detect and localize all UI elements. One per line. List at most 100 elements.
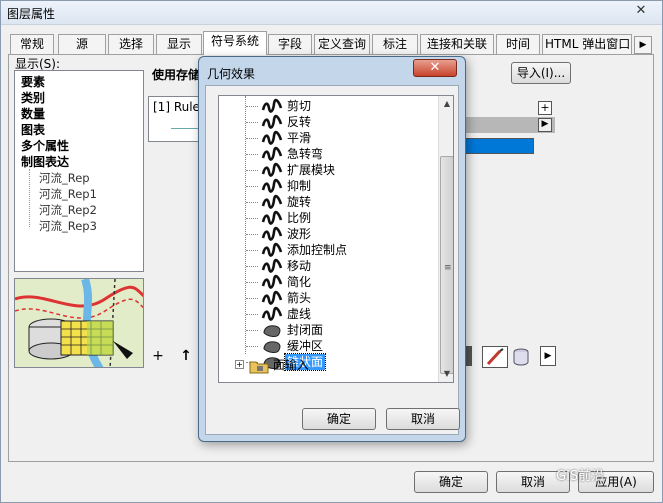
polygon-effect-icon xyxy=(261,338,283,354)
line-effect-icon xyxy=(261,242,283,258)
tree-tick xyxy=(246,186,258,187)
effect-item-label: 虚线 xyxy=(287,307,312,321)
add-rule-button[interactable]: + xyxy=(148,346,168,366)
tab-selection[interactable]: 选择 xyxy=(108,34,154,54)
tree-tick xyxy=(246,250,258,251)
effect-item-label: 缓冲区 xyxy=(287,339,324,353)
line-effect-icon xyxy=(261,162,283,178)
use-stored-label: 使用存储 xyxy=(152,68,201,82)
tree-tick xyxy=(246,138,258,139)
line-effect-icon xyxy=(261,210,283,226)
scroll-down-icon[interactable]: ▼ xyxy=(439,366,453,382)
brush-tool-icon[interactable] xyxy=(482,346,508,368)
tab-joins-relates[interactable]: 连接和关联 xyxy=(420,34,494,54)
tab-general[interactable]: 常规 xyxy=(10,34,54,54)
window-close-button[interactable]: ✕ xyxy=(623,2,659,20)
tree-item-rep3[interactable]: 河流_Rep3 xyxy=(39,218,97,234)
renderer-tree[interactable]: 要素 类别 数量 图表 多个属性 制图表达 河流_Rep 河流_Rep1 河流_… xyxy=(14,70,144,272)
dialog-body: 剪切反转平滑急转弯扩展模块抑制旋转比例波形添加控制点移动简化箭头虚线封闭面缓冲区… xyxy=(205,85,460,435)
tree-tick xyxy=(246,218,258,219)
effect-item-label: 剪切 xyxy=(287,99,312,113)
import-button[interactable]: 导入(I)... xyxy=(511,62,571,84)
effect-item-label: 封闭面 xyxy=(287,323,324,337)
line-effect-icon xyxy=(261,274,283,290)
geometric-effects-dialog: 几何效果 ✕ 剪切反转平滑急转弯扩展模块抑制旋转比例波形添加控制点移动简化箭头虚… xyxy=(198,56,466,442)
line-effect-icon xyxy=(261,98,283,114)
tree-item-rep1[interactable]: 河流_Rep1 xyxy=(39,186,97,202)
tab-html-popup[interactable]: HTML 弹出窗口 xyxy=(542,34,632,54)
line-effect-icon xyxy=(261,146,283,162)
group-face-input-label: 面输入 xyxy=(272,358,309,372)
tree-tick xyxy=(246,170,258,171)
tree-item-rep2[interactable]: 河流_Rep2 xyxy=(39,202,97,218)
effect-item-label: 抑制 xyxy=(287,179,312,193)
title-bar: 图层属性 ✕ xyxy=(1,1,662,25)
effect-item-label: 波形 xyxy=(287,227,312,241)
tab-scroll-right-icon[interactable]: ▶ xyxy=(634,36,652,54)
tree-tick xyxy=(246,314,258,315)
tree-tick xyxy=(246,122,258,123)
tree-tick xyxy=(246,234,258,235)
expand-icon[interactable]: + xyxy=(235,360,244,369)
effects-scrollbar[interactable]: ▲ ≡ ▼ xyxy=(438,96,453,382)
dialog-close-button[interactable]: ✕ xyxy=(413,59,457,77)
tree-tick xyxy=(246,106,258,107)
map-preview-icon xyxy=(15,279,143,367)
tree-connector xyxy=(245,96,246,354)
tree-connector xyxy=(29,169,30,227)
tree-tick xyxy=(246,202,258,203)
expand-arrow-icon[interactable]: ▶ xyxy=(538,118,552,132)
tab-definition-query[interactable]: 定义查询 xyxy=(314,34,370,54)
effect-item-label: 平滑 xyxy=(287,131,312,145)
database-icon[interactable] xyxy=(510,346,532,368)
tree-item-rep[interactable]: 河流_Rep xyxy=(39,170,90,186)
tab-display[interactable]: 显示 xyxy=(156,34,202,54)
window-title: 图层属性 xyxy=(7,7,56,21)
effect-item-label: 简化 xyxy=(287,275,312,289)
scroll-thumb[interactable]: ≡ xyxy=(440,156,453,374)
dialog-title: 几何效果 xyxy=(207,67,256,81)
renderer-preview-image xyxy=(14,278,144,368)
group-face-input[interactable]: 面输入 xyxy=(249,356,309,374)
tab-source[interactable]: 源 xyxy=(58,34,106,54)
dialog-ok-button[interactable]: 确定 xyxy=(302,408,376,430)
effect-item-label: 反转 xyxy=(287,115,312,129)
tree-item-features[interactable]: 要素 xyxy=(21,73,45,90)
effect-item-label: 移动 xyxy=(287,259,312,273)
folder-icon xyxy=(249,361,269,373)
add-layer-button[interactable]: + xyxy=(538,101,552,115)
effect-item-label: 扩展模块 xyxy=(287,163,336,177)
effect-item-label: 箭头 xyxy=(287,291,312,305)
tree-item-multiple-attributes[interactable]: 多个属性 xyxy=(21,137,69,154)
line-effect-icon xyxy=(261,178,283,194)
watermark-text: GIS前沿 xyxy=(556,469,605,484)
tab-time[interactable]: 时间 xyxy=(496,34,540,54)
scroll-up-icon[interactable]: ▲ xyxy=(439,96,453,112)
effect-item-label: 比例 xyxy=(287,211,312,225)
color-swatch-blue[interactable] xyxy=(455,138,534,154)
tab-fields[interactable]: 字段 xyxy=(268,34,312,54)
effect-item-label: 急转弯 xyxy=(287,147,324,161)
ok-button[interactable]: 确定 xyxy=(414,471,488,493)
play-arrow-icon[interactable]: ▶ xyxy=(540,346,556,366)
effects-tree[interactable]: 剪切反转平滑急转弯扩展模块抑制旋转比例波形添加控制点移动简化箭头虚线封闭面缓冲区… xyxy=(218,95,454,383)
tree-item-categories[interactable]: 类别 xyxy=(21,89,45,106)
tree-item-representations[interactable]: 制图表达 xyxy=(21,153,69,170)
tree-tick xyxy=(246,330,258,331)
dialog-cancel-button[interactable]: 取消 xyxy=(386,408,460,430)
move-up-button[interactable]: ↑ xyxy=(176,346,196,366)
tree-tick xyxy=(246,346,258,347)
line-effect-icon xyxy=(261,290,283,306)
tab-symbology[interactable]: 符号系统 xyxy=(203,31,267,55)
tree-tick xyxy=(246,154,258,155)
effect-item-label: 添加控制点 xyxy=(287,243,348,257)
line-effect-icon xyxy=(261,306,283,322)
tree-tick xyxy=(246,266,258,267)
tab-labels[interactable]: 标注 xyxy=(372,34,418,54)
effect-item-label: 旋转 xyxy=(287,195,312,209)
line-effect-icon xyxy=(261,258,283,274)
tree-item-quantities[interactable]: 数量 xyxy=(21,105,45,122)
tree-item-charts[interactable]: 图表 xyxy=(21,121,45,138)
line-effect-icon xyxy=(261,226,283,242)
polygon-effect-icon xyxy=(261,322,283,338)
